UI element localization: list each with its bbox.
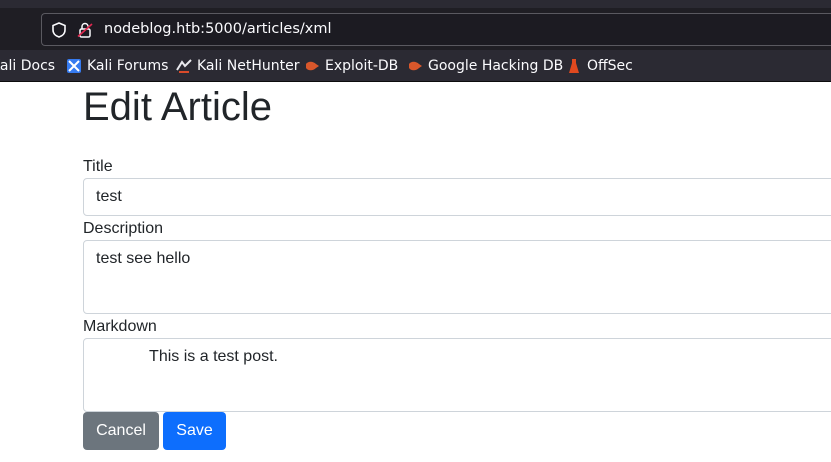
- markdown-textarea-value: This is a test post.: [96, 348, 278, 365]
- bookmark-label: Kali Docs: [0, 58, 56, 74]
- bookmark-label: OffSec: [587, 58, 633, 74]
- bookmark-offsec[interactable]: OffSec: [566, 56, 633, 76]
- insecure-lock-icon[interactable]: [76, 21, 94, 39]
- save-button[interactable]: Save: [163, 412, 226, 450]
- exploit-db-icon: [409, 61, 422, 71]
- title-input-value: test: [96, 188, 122, 205]
- bookmark-google-hacking-db[interactable]: Google Hacking DB: [407, 56, 563, 76]
- tab-strip-edge: [0, 0, 831, 8]
- cancel-button[interactable]: Cancel: [83, 412, 159, 450]
- bookmark-kali-nethunter[interactable]: Kali NetHunter: [176, 56, 299, 76]
- exploit-db-icon: [306, 61, 319, 71]
- bookmark-label: Kali NetHunter: [197, 58, 300, 74]
- markdown-textarea[interactable]: This is a test post.: [83, 338, 831, 412]
- title-label: Title: [83, 158, 113, 175]
- description-textarea-value: test see hello: [96, 250, 191, 267]
- bookmark-label: Kali Forums: [87, 58, 169, 74]
- bookmark-label: Google Hacking DB: [428, 58, 564, 74]
- description-textarea[interactable]: test see hello: [83, 240, 831, 314]
- kali-nethunter-icon: [176, 59, 192, 73]
- browser-toolbar: nodeblog.htb:5000/articles/xml: [0, 0, 831, 50]
- address-bar[interactable]: nodeblog.htb:5000/articles/xml: [41, 13, 831, 46]
- bookmark-exploit-db[interactable]: Exploit-DB: [304, 56, 398, 76]
- url-text[interactable]: nodeblog.htb:5000/articles/xml: [104, 21, 332, 37]
- markdown-label: Markdown: [83, 318, 157, 335]
- bookmark-kali-docs[interactable]: Kali Docs: [0, 56, 55, 76]
- title-input[interactable]: test: [83, 178, 831, 216]
- kali-forums-icon: [67, 59, 81, 73]
- shield-icon[interactable]: [50, 21, 68, 39]
- bookmark-kali-forums[interactable]: Kali Forums: [66, 56, 168, 76]
- offsec-icon: [569, 59, 579, 73]
- page-title: Edit Article: [83, 85, 272, 129]
- bookmarks-toolbar: Kali Docs Kali Forums Kali NetHunter Exp…: [0, 50, 831, 82]
- bookmark-label: Exploit-DB: [325, 58, 399, 74]
- description-label: Description: [83, 220, 164, 237]
